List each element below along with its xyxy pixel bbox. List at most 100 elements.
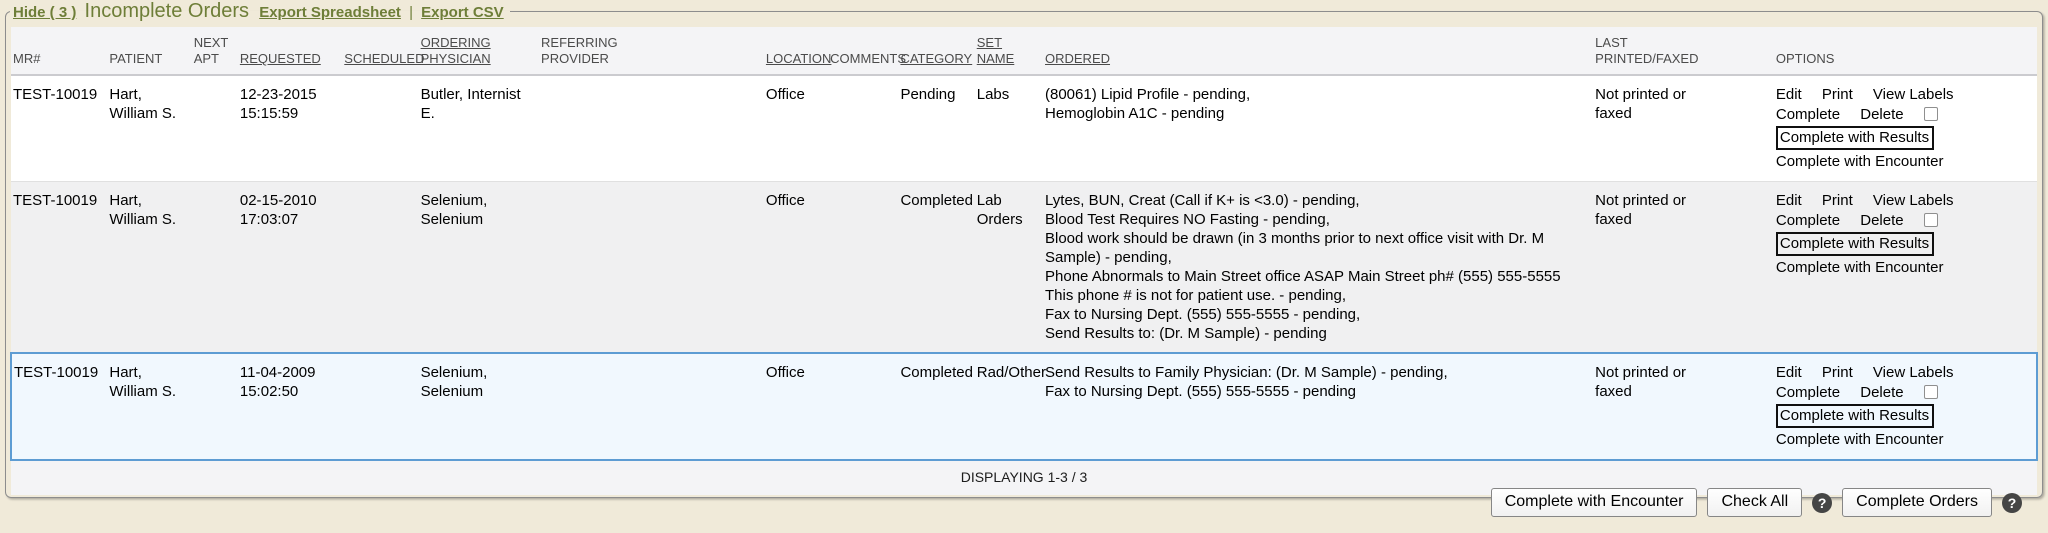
hide-toggle-link[interactable]: Hide ( 3 )	[13, 4, 76, 21]
cell-ordering-physician: Selenium, Selenium	[419, 182, 539, 354]
cell-scheduled	[342, 353, 418, 460]
cell-set-name: Labs	[975, 75, 1043, 182]
cell-location: Office	[764, 353, 828, 460]
cell-mr: TEST-10019	[11, 353, 107, 460]
cell-category: Pending	[898, 75, 974, 182]
cell-patient: Hart, William S.	[107, 182, 191, 354]
complete-with-results-link[interactable]: Complete with Results	[1776, 232, 1934, 256]
complete-link[interactable]: Complete	[1776, 384, 1840, 401]
cell-last-printed: Not printed or faxed	[1593, 182, 1774, 354]
print-link[interactable]: Print	[1822, 86, 1853, 103]
page-title: Incomplete Orders	[85, 0, 250, 22]
cell-scheduled	[342, 182, 418, 354]
col-header-requested[interactable]: REQUESTED	[238, 27, 342, 75]
cell-last-printed: Not printed or faxed	[1593, 75, 1774, 182]
delete-link[interactable]: Delete	[1860, 384, 1903, 401]
complete-with-encounter-link[interactable]: Complete with Encounter	[1776, 153, 1944, 170]
cell-referring-provider	[539, 75, 764, 182]
cell-requested: 11-04-2009 15:02:50	[238, 353, 342, 460]
ordered-item: Send Results to Family Physician: (Dr. M…	[1045, 363, 1565, 382]
delete-link[interactable]: Delete	[1860, 212, 1903, 229]
view-labels-link[interactable]: View Labels	[1873, 364, 1954, 381]
bottom-action-bar: Complete with Encounter Check All ? Comp…	[1491, 488, 2022, 517]
incomplete-orders-panel: Hide ( 3 ) Incomplete Orders Export Spre…	[5, 0, 2043, 498]
view-labels-link[interactable]: View Labels	[1873, 192, 1954, 209]
col-header-scheduled[interactable]: SCHEDULED	[342, 27, 418, 75]
cell-scheduled	[342, 75, 418, 182]
cell-referring-provider	[539, 353, 764, 460]
order-row-selected: TEST-10019 Hart, William S. 11-04-2009 1…	[11, 353, 2037, 460]
col-header-category[interactable]: CATEGORY	[898, 27, 974, 75]
edit-link[interactable]: Edit	[1776, 192, 1802, 209]
col-header-ordered[interactable]: ORDERED	[1043, 27, 1593, 75]
header-row: MR# PATIENT NEXT APT REQUESTED SCHEDULED…	[11, 27, 2037, 75]
cell-ordering-physician: Selenium, Selenium	[419, 353, 539, 460]
cell-location: Office	[764, 182, 828, 354]
complete-with-encounter-button[interactable]: Complete with Encounter	[1491, 488, 1698, 517]
complete-link[interactable]: Complete	[1776, 212, 1840, 229]
col-header-mr: MR#	[11, 27, 107, 75]
print-link[interactable]: Print	[1822, 364, 1853, 381]
col-header-referring-provider: REFERRING PROVIDER	[539, 27, 764, 75]
cell-comments	[828, 182, 898, 354]
export-csv-link[interactable]: Export CSV	[421, 4, 504, 21]
ordered-item: Hemoglobin A1C - pending	[1045, 104, 1565, 123]
row-checkbox[interactable]	[1924, 213, 1938, 227]
complete-with-encounter-link[interactable]: Complete with Encounter	[1776, 431, 1944, 448]
edit-link[interactable]: Edit	[1776, 86, 1802, 103]
col-header-ordering-physician[interactable]: ORDERING PHYSICIAN	[419, 27, 539, 75]
help-icon[interactable]: ?	[2002, 493, 2022, 513]
export-spreadsheet-link[interactable]: Export Spreadsheet	[259, 4, 401, 21]
complete-orders-button[interactable]: Complete Orders	[1842, 488, 1992, 517]
col-header-comments: COMMENTS	[828, 27, 898, 75]
ordered-item: (80061) Lipid Profile - pending,	[1045, 85, 1565, 104]
ordered-item: Fax to Nursing Dept. (555) 555-5555 - pe…	[1045, 382, 1565, 401]
complete-with-results-link[interactable]: Complete with Results	[1776, 404, 1934, 428]
cell-comments	[828, 353, 898, 460]
row-checkbox[interactable]	[1924, 385, 1938, 399]
col-header-location[interactable]: LOCATION	[764, 27, 828, 75]
cell-referring-provider	[539, 182, 764, 354]
check-all-button[interactable]: Check All	[1707, 488, 1802, 517]
cell-location: Office	[764, 75, 828, 182]
col-header-next-apt: NEXT APT	[192, 27, 238, 75]
cell-requested: 12-23-2015 15:15:59	[238, 75, 342, 182]
complete-with-results-link[interactable]: Complete with Results	[1776, 126, 1934, 150]
cell-mr: TEST-10019	[11, 75, 107, 182]
ordered-item: Send Results to: (Dr. M Sample) - pendin…	[1045, 324, 1565, 343]
order-row: TEST-10019 Hart, William S. 12-23-2015 1…	[11, 75, 2037, 182]
cell-ordered: Lytes, BUN, Creat (Call if K+ is <3.0) -…	[1043, 182, 1593, 354]
ordered-item: Fax to Nursing Dept. (555) 555-5555 - pe…	[1045, 305, 1565, 324]
cell-next-apt	[192, 353, 238, 460]
cell-category: Completed	[898, 182, 974, 354]
row-checkbox[interactable]	[1924, 107, 1938, 121]
panel-legend: Hide ( 3 ) Incomplete Orders Export Spre…	[10, 0, 510, 23]
complete-link[interactable]: Complete	[1776, 106, 1840, 123]
cell-next-apt	[192, 75, 238, 182]
ordered-item: Lytes, BUN, Creat (Call if K+ is <3.0) -…	[1045, 191, 1565, 210]
cell-options: Edit Print View Labels Complete Delete C…	[1774, 353, 2037, 460]
order-row: TEST-10019 Hart, William S. 02-15-2010 1…	[11, 182, 2037, 354]
cell-ordered: (80061) Lipid Profile - pending, Hemoglo…	[1043, 75, 1593, 182]
col-header-options: OPTIONS	[1774, 27, 2037, 75]
cell-options: Edit Print View Labels Complete Delete C…	[1774, 75, 2037, 182]
cell-last-printed: Not printed or faxed	[1593, 353, 1774, 460]
view-labels-link[interactable]: View Labels	[1873, 86, 1954, 103]
help-icon[interactable]: ?	[1812, 493, 1832, 513]
delete-link[interactable]: Delete	[1860, 106, 1903, 123]
ordered-item: Blood Test Requires NO Fasting - pending…	[1045, 210, 1565, 229]
cell-options: Edit Print View Labels Complete Delete C…	[1774, 182, 2037, 354]
cell-next-apt	[192, 182, 238, 354]
col-header-set-name[interactable]: SET NAME	[975, 27, 1043, 75]
col-header-patient: PATIENT	[107, 27, 191, 75]
col-header-last-printed: LAST PRINTED/FAXED	[1593, 27, 1774, 75]
cell-requested: 02-15-2010 17:03:07	[238, 182, 342, 354]
cell-category: Completed	[898, 353, 974, 460]
edit-link[interactable]: Edit	[1776, 364, 1802, 381]
print-link[interactable]: Print	[1822, 192, 1853, 209]
cell-mr: TEST-10019	[11, 182, 107, 354]
cell-ordered: Send Results to Family Physician: (Dr. M…	[1043, 353, 1593, 460]
cell-patient: Hart, William S.	[107, 75, 191, 182]
complete-with-encounter-link[interactable]: Complete with Encounter	[1776, 259, 1944, 276]
export-separator: |	[409, 4, 413, 21]
